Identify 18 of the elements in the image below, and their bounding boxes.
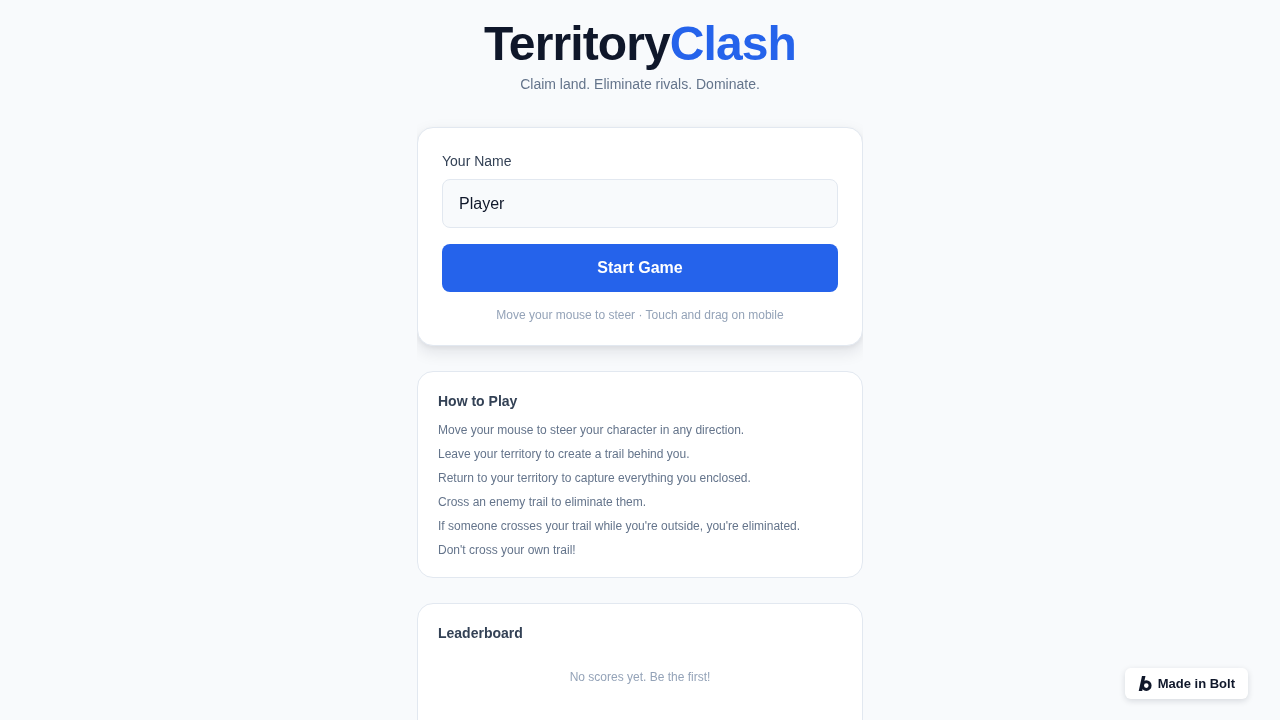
rule-text: Don't cross your own trail! [438,542,577,559]
rule-text: Cross an enemy trail to eliminate them. [438,494,648,511]
controls-hint: Move your mouse to steer · Touch and drag on mobile [495,308,785,323]
logo-icon [1137,676,1152,691]
badge-label: Made in Bolt [1157,675,1235,692]
app-title: TerritoryClash [483,18,797,68]
field-label: Your Name [442,152,513,170]
tagline: Claim land. Eliminate rivals. Dominate. [519,75,761,93]
empty-message: No scores yet. Be the first! [568,670,712,685]
made-in-bolt-badge[interactable]: Made in Bolt [1124,668,1248,699]
name-input[interactable]: Player [442,179,838,228]
start-game-button[interactable]: Start Game [442,244,838,292]
rule-text: Leave your territory to create a trail behind you. [438,446,691,463]
rule-text: Return to your territory to capture everything you enclosed. [438,470,752,487]
rule-text: If someone crosses your trail while you're outside, you're eliminated. [438,518,802,535]
section-title: Leaderboard [438,624,524,642]
rule-text: Move your mouse to steer your character in any direction. [438,422,746,439]
section-title: How to Play [438,392,519,410]
